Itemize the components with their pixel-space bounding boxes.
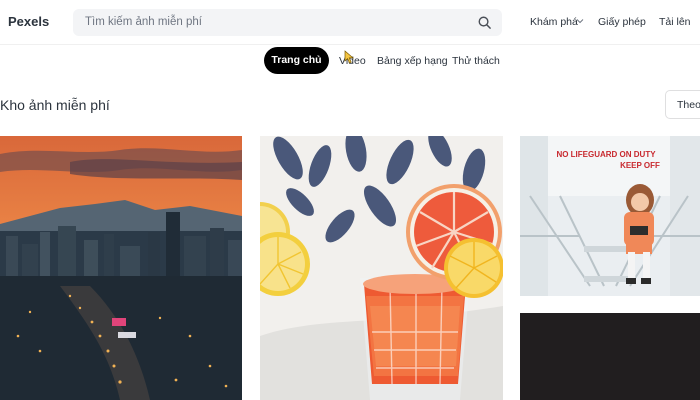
tab-challenges[interactable]: Thử thách [452, 55, 500, 67]
sign-line1: NO LIFEGUARD ON DUTY [556, 150, 656, 159]
grapefruit-drink-photo[interactable] [260, 136, 503, 400]
lifeguard-girl-photo[interactable]: NO LIFEGUARD ON DUTY KEEP OFF [520, 136, 700, 296]
sign-line2: KEEP OFF [620, 161, 660, 170]
search-input[interactable]: Tìm kiếm ảnh miễn phí [85, 16, 202, 28]
mouse-cursor-icon [344, 50, 354, 64]
pexels-logo[interactable]: Pexels [8, 14, 49, 29]
tab-leaderboard[interactable]: Bảng xếp hạng [377, 55, 448, 67]
sort-dropdown[interactable]: Theo [665, 90, 700, 119]
search-bar[interactable]: Tìm kiếm ảnh miễn phí [73, 9, 502, 36]
sort-label: Theo [677, 99, 700, 111]
page-title: Kho ảnh miễn phí [0, 97, 110, 113]
nav-upload[interactable]: Tải lên [659, 16, 691, 28]
tab-home[interactable]: Trang chủ [264, 47, 329, 74]
header-divider [0, 44, 700, 45]
city-sunset-photo[interactable] [0, 136, 242, 400]
nav-license[interactable]: Giấy phép [598, 16, 646, 28]
nav-explore[interactable]: Khám phá [530, 16, 578, 28]
chevron-down-icon[interactable] [576, 17, 584, 25]
header: Pexels Tìm kiếm ảnh miễn phí Khám phá Gi… [0, 0, 700, 44]
dark-photo[interactable] [520, 313, 700, 400]
search-icon[interactable] [477, 15, 492, 30]
